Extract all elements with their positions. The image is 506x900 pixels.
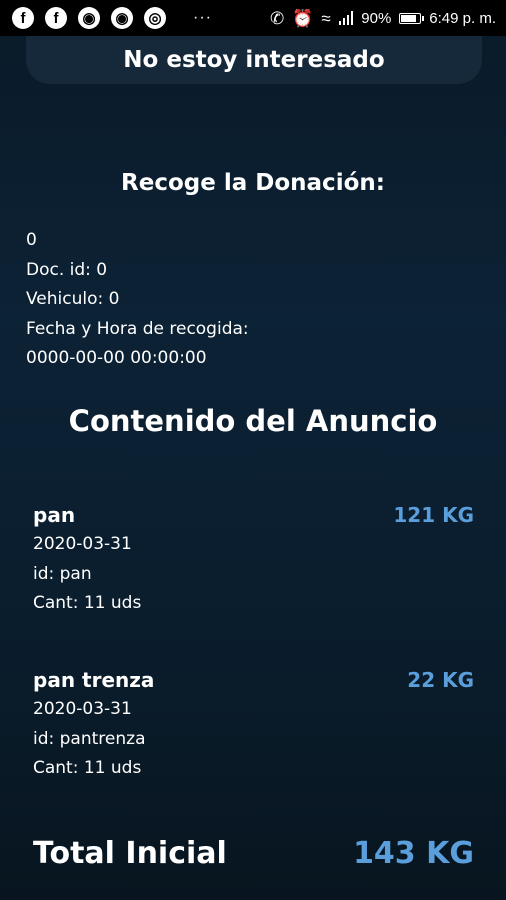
item-id: id: pan: [33, 563, 92, 584]
item-date: 2020-03-31: [33, 699, 132, 719]
pickup-datetime-label: Fecha y Hora de recogida:: [26, 318, 249, 339]
not-interested-button[interactable]: No estoy interesado: [26, 36, 482, 84]
status-bar: f f ◉ ◉ ◎ ··· ✆ ⏰ ≈ 90% 6:49 p. m.: [0, 0, 506, 36]
chrome-icon: ◉: [78, 7, 100, 29]
list-item: pan trenza 22 KG 2020-03-31 id: pantrenz…: [33, 665, 474, 784]
battery-icon: [399, 12, 425, 24]
facebook-icon: f: [12, 7, 34, 29]
total-value: 143 KG: [353, 836, 474, 871]
globe-icon: ◎: [144, 7, 166, 29]
pickup-line: 0: [26, 230, 37, 250]
content-title: Contenido del Anuncio: [68, 404, 438, 438]
total-label: Total Inicial: [33, 836, 227, 871]
pickup-info: 0 Doc. id: 0 Vehiculo: 0 Fecha y Hora de…: [26, 226, 249, 374]
item-quantity: Cant: 11 uds: [33, 593, 142, 613]
status-bar-system: ✆ ⏰ ≈ 90% 6:49 p. m.: [270, 10, 506, 27]
chrome-icon: ◉: [111, 7, 133, 29]
battery-percent: 90%: [361, 9, 392, 27]
clock: 6:49 p. m.: [429, 9, 496, 27]
item-date: 2020-03-31: [33, 534, 132, 554]
item-id: id: pantrenza: [33, 728, 146, 749]
list-item: pan 121 KG 2020-03-31 id: pan Cant: 11 u…: [33, 500, 474, 619]
alarm-icon: ⏰: [292, 8, 314, 28]
call-icon: ✆: [270, 8, 285, 28]
pickup-doc-id: Doc. id: 0: [26, 259, 108, 280]
total-row: Total Inicial 143 KG: [33, 832, 474, 876]
wifi-icon: ≈: [321, 8, 331, 28]
pickup-datetime-value: 0000-00-00 00:00:00: [26, 348, 207, 368]
item-weight: 121 KG: [393, 503, 474, 527]
pickup-title: Recoge la Donación:: [121, 170, 385, 196]
more-notifications-icon: ···: [193, 9, 212, 26]
item-weight: 22 KG: [407, 668, 474, 692]
pickup-vehicle: Vehiculo: 0: [26, 289, 120, 309]
item-quantity: Cant: 11 uds: [33, 758, 142, 778]
signal-icon: [338, 11, 354, 25]
facebook-icon: f: [45, 7, 67, 29]
status-bar-notifications: f f ◉ ◉ ◎ ···: [0, 7, 212, 29]
